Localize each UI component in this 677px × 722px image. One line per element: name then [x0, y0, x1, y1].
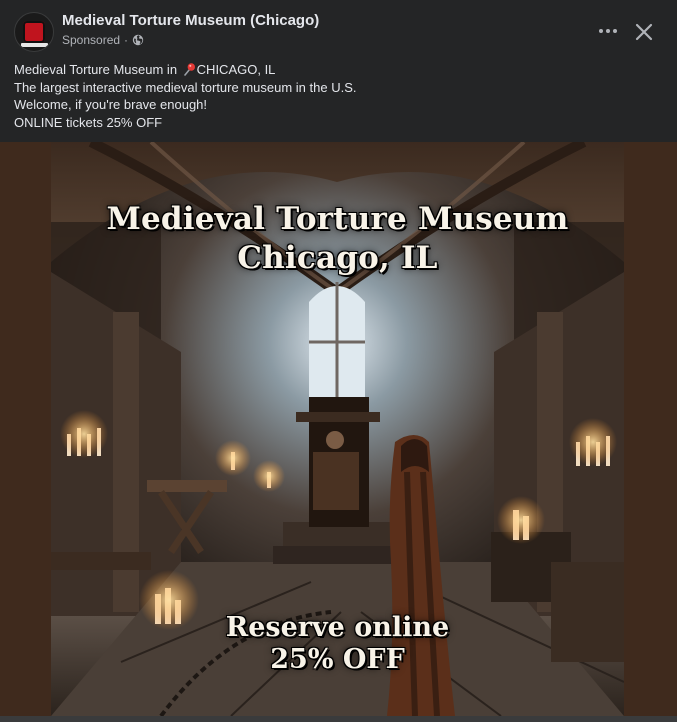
museum-logo-icon: [23, 21, 45, 43]
ad-cta-line: Reserve online: [225, 612, 450, 643]
caption-line: ONLINE tickets 25% OFF: [14, 114, 163, 130]
post-media: Medieval Torture Museum Chicago, IL Rese…: [0, 142, 677, 716]
page-avatar[interactable]: [14, 12, 54, 52]
ad-headline-line: Chicago, IL: [237, 240, 438, 276]
globe-icon: [132, 34, 144, 46]
hide-ad-button[interactable]: [632, 20, 656, 44]
sponsored-label[interactable]: Sponsored: [62, 33, 120, 47]
ad-headline: Medieval Torture Museum Chicago, IL: [51, 200, 624, 278]
post-footer-edge: [0, 716, 677, 722]
close-icon: [635, 23, 653, 41]
page-name-link[interactable]: Medieval Torture Museum (Chicago): [62, 12, 319, 29]
meta-separator: ·: [124, 33, 129, 47]
more-horizontal-icon: [599, 29, 617, 33]
caption-line: Welcome, if you're brave enough!: [14, 97, 208, 112]
avatar-logo-text-mark: [21, 43, 48, 47]
caption-location: CHICAGO, IL: [196, 62, 276, 77]
caption-line: The largest interactive medieval torture…: [14, 79, 357, 95]
post-header: Medieval Torture Museum (Chicago) Sponso…: [0, 0, 677, 58]
sponsored-post: Medieval Torture Museum (Chicago) Sponso…: [0, 0, 677, 722]
post-meta: Sponsored ·: [62, 33, 144, 47]
more-options-button[interactable]: [596, 22, 620, 40]
round-pushpin-icon: [183, 63, 195, 76]
caption-line: Medieval Torture Museum in CHICAGO, IL: [14, 61, 664, 79]
ad-call-to-action: Reserve online 25% OFF: [51, 612, 624, 676]
caption-text: Medieval Torture Museum in: [14, 62, 181, 77]
ad-image[interactable]: Medieval Torture Museum Chicago, IL Rese…: [51, 142, 624, 716]
post-caption: Medieval Torture Museum in CHICAGO, IL T…: [14, 61, 664, 131]
ad-headline-line: Medieval Torture Museum: [106, 201, 569, 237]
ad-cta-line: 25% OFF: [270, 644, 405, 675]
